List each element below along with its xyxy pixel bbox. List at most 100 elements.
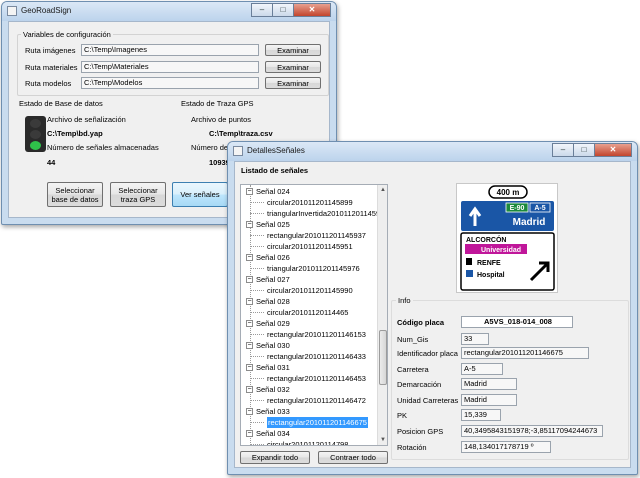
main-titlebar[interactable]: GeoRoadSign – □ ✕ xyxy=(2,2,336,21)
tree-connector xyxy=(250,213,264,214)
collapse-toggle-icon[interactable]: − xyxy=(246,430,253,437)
signs-tree[interactable]: − Señal 024 circular201011201145899 triangu… xyxy=(240,184,388,446)
gps-group-label: Estado de Traza GPS xyxy=(181,99,254,108)
tree-connector xyxy=(250,246,264,247)
collapse-toggle-icon[interactable]: − xyxy=(246,298,253,305)
scroll-up-icon[interactable]: ▲ xyxy=(378,185,387,195)
collapse-toggle-icon[interactable]: − xyxy=(246,342,253,349)
db-count-value: 44 xyxy=(47,158,56,167)
details-maximize-button[interactable]: □ xyxy=(573,143,595,157)
gps-file-value: C:\Temp\traza.csv xyxy=(209,129,273,138)
signs-list-title: Listado de señales xyxy=(241,166,309,175)
collapse-toggle-icon[interactable]: − xyxy=(246,386,253,393)
models-path-field[interactable]: C:\Temp\Modelos xyxy=(81,77,259,89)
info-label: Identificador placa xyxy=(397,349,458,358)
scroll-down-icon[interactable]: ▼ xyxy=(378,435,387,445)
minimize-button[interactable]: – xyxy=(251,3,273,17)
info-value-field[interactable]: 15,339 xyxy=(461,409,501,421)
tree-connector xyxy=(250,356,264,357)
info-value-field[interactable]: Madrid xyxy=(461,378,517,390)
tree-leaf-label: circular201011201145990 xyxy=(267,286,353,295)
tree-node-label: Señal 026 xyxy=(256,253,290,262)
info-label: Código placa xyxy=(397,318,445,327)
info-value-field[interactable]: 33 xyxy=(461,333,489,345)
images-path-field[interactable]: C:\Temp\Imagenes xyxy=(81,44,259,56)
gps-file-label: Archivo de puntos xyxy=(191,115,252,124)
info-value-field[interactable]: Madrid xyxy=(461,394,517,406)
app-icon xyxy=(7,6,17,16)
tree-connector xyxy=(250,268,264,269)
collapse-toggle-icon[interactable]: − xyxy=(246,276,253,283)
config-group-label: Variables de configuración xyxy=(21,30,113,39)
tree-node-label: Señal 034 xyxy=(256,429,290,438)
collapse-toggle-icon[interactable]: − xyxy=(246,320,253,327)
tree-node-label: Señal 033 xyxy=(256,407,290,416)
db-file-label: Archivo de señalización xyxy=(47,115,126,124)
materials-path-field[interactable]: C:\Temp\Materiales xyxy=(81,61,259,73)
sign-destination: Madrid xyxy=(513,217,546,228)
collapse-toggle-icon[interactable]: − xyxy=(246,364,253,371)
details-window-title: DetallesSeñales xyxy=(247,146,305,155)
tree-leaf-label: rectangular201011201145937 xyxy=(267,231,366,240)
sign-hospital: Hospital xyxy=(477,272,505,279)
traffic-light-red-bulb xyxy=(30,119,41,128)
info-value-field[interactable]: A-5 xyxy=(461,363,503,375)
maximize-button[interactable]: □ xyxy=(272,3,294,17)
tree-node-label: Señal 031 xyxy=(256,363,290,372)
browse-materials-button[interactable]: Examinar xyxy=(265,61,321,73)
sign-universidad: Universidad xyxy=(481,247,521,254)
collapse-toggle-icon[interactable]: − xyxy=(246,188,253,195)
browse-images-button[interactable]: Examinar xyxy=(265,44,321,56)
tree-node-label: Señal 025 xyxy=(256,220,290,229)
main-window-title: GeoRoadSign xyxy=(21,6,72,15)
close-button[interactable]: ✕ xyxy=(293,3,331,17)
expand-all-button[interactable]: Expandir todo xyxy=(240,451,310,464)
tree-node-label: Señal 028 xyxy=(256,297,290,306)
tree-connector xyxy=(250,422,264,423)
info-label: Rotación xyxy=(397,443,427,452)
tree-leaf-label: circular201011201145899 xyxy=(267,198,353,207)
tree-node-label: Señal 027 xyxy=(256,275,290,284)
browse-models-button[interactable]: Examinar xyxy=(265,77,321,89)
train-icon xyxy=(466,258,472,265)
info-value-field[interactable]: 40,3495843151978;-3,85117094244673 xyxy=(461,425,603,437)
sign-image: 400 m E-90 A-5 Madrid ALCORCÓN Universid… xyxy=(456,183,558,293)
tree-node-label: Señal 024 xyxy=(256,187,290,196)
details-minimize-button[interactable]: – xyxy=(552,143,574,157)
tree-leaf-label: rectangular201011201146433 xyxy=(267,352,366,361)
sign-place: ALCORCÓN xyxy=(466,235,506,244)
tree-leaf-label: triangularInvertida201011201145923 xyxy=(267,209,388,218)
info-value-field[interactable]: A5VS_018-014_008 xyxy=(461,316,573,328)
view-signs-button[interactable]: Ver señales xyxy=(172,182,228,207)
sign-renfe: RENFE xyxy=(477,260,501,267)
tree-scrollbar[interactable]: ▲ ▼ xyxy=(377,185,387,445)
info-label: Unidad Carreteras xyxy=(397,396,459,405)
collapse-toggle-icon[interactable]: − xyxy=(246,221,253,228)
tree-leaf-label: rectangular201011201146472 xyxy=(267,396,366,405)
tree-connector xyxy=(250,290,264,291)
info-value-field[interactable]: rectangular201011201146675 xyxy=(461,347,589,359)
traffic-light-amber-bulb xyxy=(30,130,41,139)
info-label: Carretera xyxy=(397,365,429,374)
tree-connector xyxy=(250,235,264,236)
road-sign-graphic: 400 m E-90 A-5 Madrid ALCORCÓN Universid… xyxy=(460,185,555,291)
select-database-button[interactable]: Seleccionar base de datos xyxy=(47,182,103,207)
sign-route-a: A-5 xyxy=(534,205,545,212)
select-gps-trace-button[interactable]: Seleccionar traza GPS xyxy=(110,182,166,207)
collapse-toggle-icon[interactable]: − xyxy=(246,408,253,415)
traffic-light-icon xyxy=(25,116,46,152)
tree-leaf-label: circular20101120114465 xyxy=(267,308,349,317)
details-close-button[interactable]: ✕ xyxy=(594,143,632,157)
info-value-field[interactable]: 148,134017178719 º xyxy=(461,441,551,453)
info-group-label: Info xyxy=(396,296,413,305)
window-controls: – □ ✕ xyxy=(251,3,331,17)
details-titlebar[interactable]: DetallesSeñales – □ ✕ xyxy=(228,142,637,161)
tree-node-label: Señal 030 xyxy=(256,341,290,350)
collapse-all-button[interactable]: Contraer todo xyxy=(318,451,388,464)
collapse-toggle-icon[interactable]: − xyxy=(246,254,253,261)
info-label: Posicion GPS xyxy=(397,427,444,436)
scroll-thumb[interactable] xyxy=(379,330,387,385)
tree-connector xyxy=(250,400,264,401)
db-file-value: C:\Temp\bd.yap xyxy=(47,129,103,138)
tree-leaf-label: circular20101120114798 xyxy=(267,440,349,446)
